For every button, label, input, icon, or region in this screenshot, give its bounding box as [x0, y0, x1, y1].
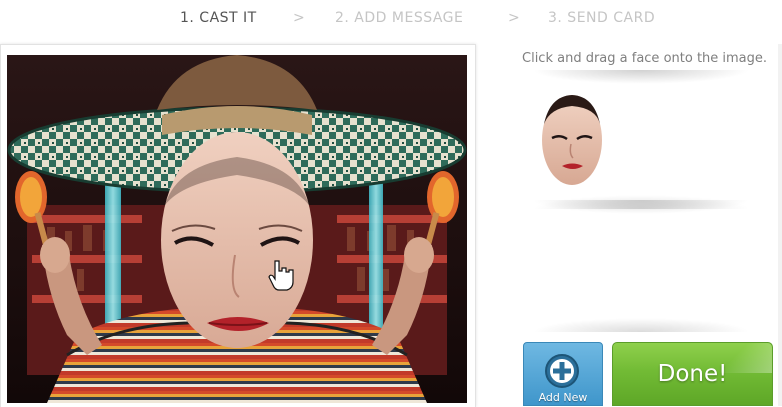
shelf-divider [532, 318, 750, 332]
step-cast-it[interactable]: 1. CAST IT [180, 10, 257, 26]
plus-circle-icon [545, 354, 579, 388]
draggable-face-thumbnail[interactable] [540, 94, 604, 186]
shelf-divider [532, 200, 750, 214]
step-separator: > [508, 10, 520, 26]
step-progress-bar: 1. CAST IT > 2. ADD MESSAGE > 3. SEND CA… [0, 0, 782, 38]
face-icon [542, 95, 602, 185]
add-new-label: Add New [538, 391, 588, 404]
card-stage-frame [0, 44, 476, 407]
step-send-card[interactable]: 3. SEND CARD [548, 10, 655, 26]
button-gloss [712, 343, 772, 373]
step-separator: > [293, 10, 305, 26]
shelf-divider [532, 70, 750, 84]
add-new-face-button[interactable]: Add New [523, 342, 603, 406]
mariachi-scene-image [7, 55, 467, 403]
card-image-drop-area[interactable] [7, 55, 467, 403]
panel-scroll-edge [778, 44, 782, 406]
step-add-message[interactable]: 2. ADD MESSAGE [335, 10, 463, 26]
done-button[interactable]: Done! [612, 342, 773, 406]
drag-hint-text: Click and drag a face onto the image. [522, 51, 768, 66]
